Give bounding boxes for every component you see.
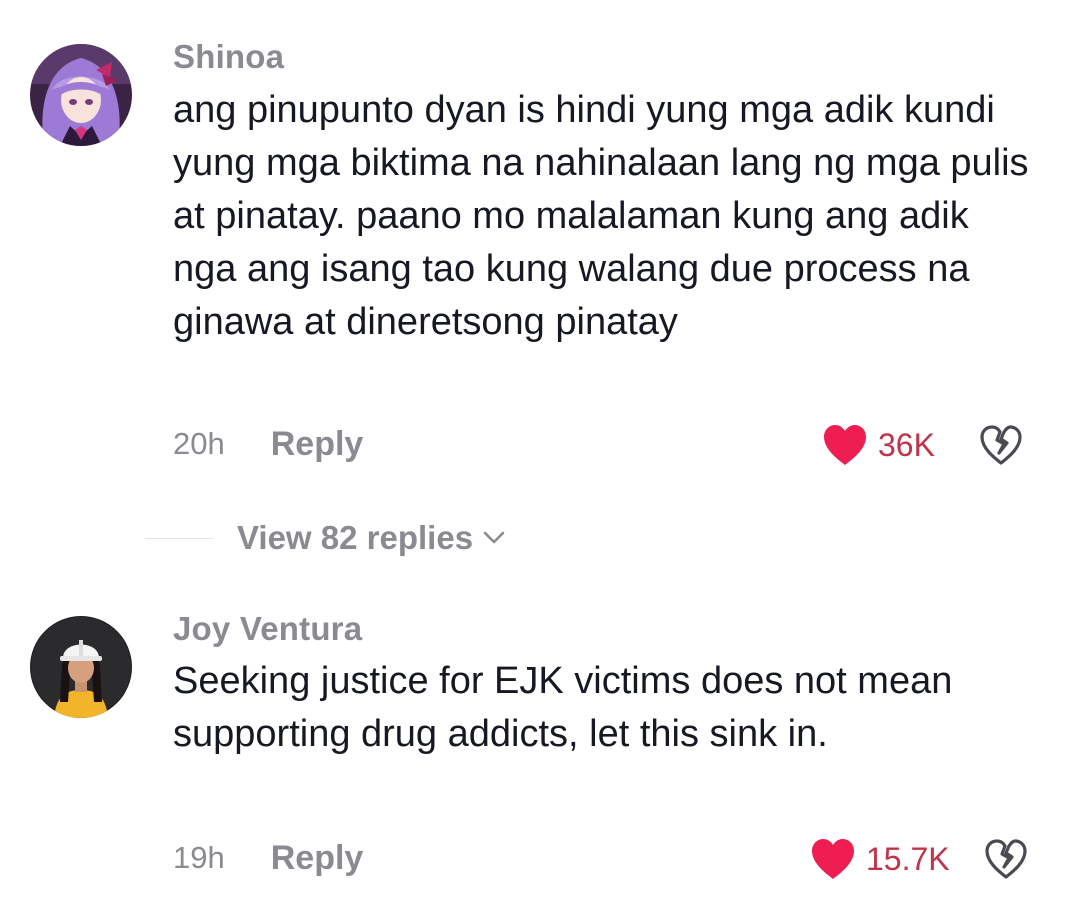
heart-filled-icon[interactable] (822, 424, 868, 466)
comment-meta: 20h Reply (173, 422, 363, 466)
comment-timestamp: 19h (173, 840, 225, 875)
like-group: 36K (822, 420, 1023, 470)
reply-button[interactable]: Reply (271, 425, 364, 464)
like-count: 36K (878, 426, 935, 463)
comment-username[interactable]: Joy Ventura (173, 610, 362, 648)
broken-heart-icon[interactable] (984, 838, 1028, 880)
avatar[interactable] (30, 44, 132, 146)
comment-meta: 19h Reply (173, 836, 363, 880)
view-replies-button[interactable]: View 82 replies (145, 516, 505, 560)
broken-heart-icon[interactable] (979, 424, 1023, 466)
like-count: 15.7K (866, 840, 950, 877)
divider (145, 537, 213, 539)
comment-text: ang pinupunto dyan is hindi yung mga adi… (173, 89, 1029, 343)
chevron-down-icon (483, 531, 505, 545)
comment-timestamp: 20h (173, 426, 225, 461)
comment-username[interactable]: Shinoa (173, 38, 284, 76)
heart-filled-icon[interactable] (810, 838, 856, 880)
avatar[interactable] (30, 616, 132, 718)
comment-text: Seeking justice for EJK victims does not… (173, 660, 953, 755)
view-replies-label: View 82 replies (237, 519, 474, 556)
reply-button[interactable]: Reply (271, 839, 364, 878)
like-group: 15.7K (810, 834, 1028, 884)
